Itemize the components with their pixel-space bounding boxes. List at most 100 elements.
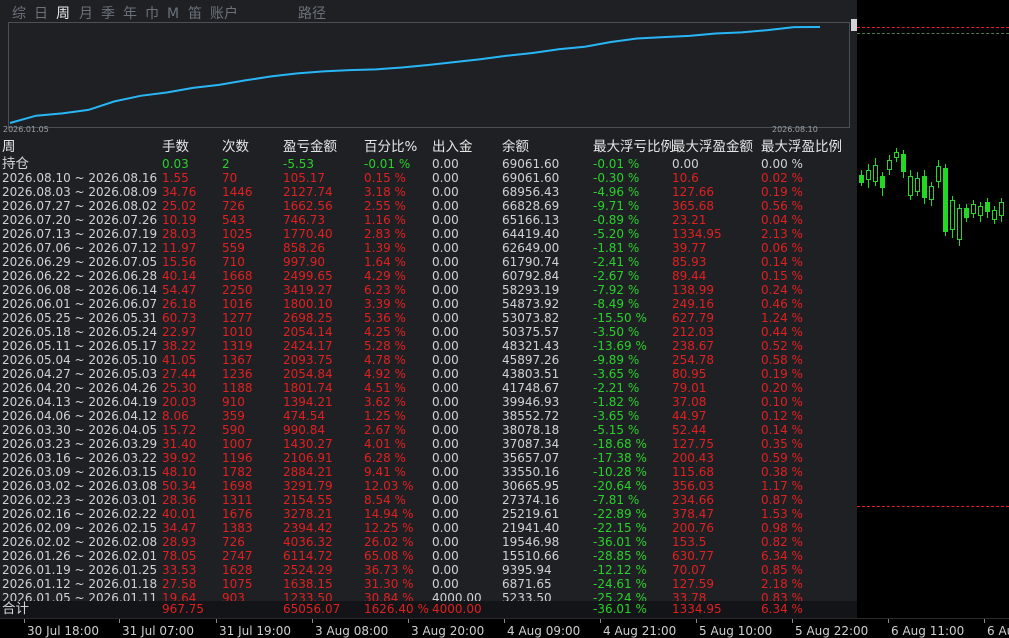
table-row[interactable]: 2026.02.23 ~ 2026.03.01 28.36 1311 2154.55 8… bbox=[2, 493, 857, 507]
table-row[interactable]: 2026.06.01 ~ 2026.06.07 26.18 1016 1800.10 3… bbox=[2, 297, 857, 311]
table-cell: 6.23 % bbox=[364, 283, 406, 297]
table-row[interactable]: 2026.02.09 ~ 2026.02.15 34.47 1383 2394.42 1… bbox=[2, 521, 857, 535]
table-cell: 28.93 bbox=[162, 535, 197, 549]
table-row[interactable]: 2026.04.27 ~ 2026.05.03 27.44 1236 2054.84 4… bbox=[2, 367, 857, 381]
table-row[interactable]: 2026.01.19 ~ 2026.01.25 33.53 1628 2524.29 3… bbox=[2, 563, 857, 577]
table-cell: 85.93 bbox=[672, 255, 707, 269]
table-row[interactable]: 2026.05.04 ~ 2026.05.10 41.05 1367 2093.75 4… bbox=[2, 353, 857, 367]
table-cell: 0.00 bbox=[432, 255, 459, 269]
price-chart[interactable] bbox=[857, 0, 1009, 618]
column-header[interactable]: 出入金 bbox=[432, 138, 502, 157]
table-cell: 61790.74 bbox=[502, 255, 560, 269]
candle bbox=[887, 160, 892, 170]
holding-row[interactable]: 持仓 0.03 2 -5.53 -0.01 % 0.00 69061.60 -0… bbox=[2, 157, 857, 171]
table-cell: 1662.56 bbox=[283, 199, 333, 213]
table-row[interactable]: 2026.05.11 ~ 2026.05.17 38.22 1319 2424.17 5… bbox=[2, 339, 857, 353]
candle bbox=[978, 206, 983, 216]
column-header[interactable]: 周 bbox=[2, 138, 162, 157]
table-row[interactable]: 2026.07.27 ~ 2026.08.02 25.02 726 1662.56 2.… bbox=[2, 199, 857, 213]
table-cell: -17.38 % bbox=[593, 451, 647, 465]
table-cell: 2106.91 bbox=[283, 451, 333, 465]
table-cell: 0.04 % bbox=[761, 213, 803, 227]
table-row[interactable]: 2026.04.06 ~ 2026.04.12 8.06 359 474.54 1.25… bbox=[2, 409, 857, 423]
tab-7[interactable]: M bbox=[167, 4, 179, 24]
candle bbox=[908, 176, 913, 196]
table-cell: 31.30 % bbox=[364, 577, 414, 591]
table-row[interactable]: 2026.03.02 ~ 2026.03.08 50.34 1698 3291.79 1… bbox=[2, 479, 857, 493]
tab-3[interactable]: 月 bbox=[79, 4, 93, 24]
table-cell: 37087.34 bbox=[502, 437, 560, 451]
column-header[interactable]: 余额 bbox=[502, 138, 593, 157]
candle bbox=[964, 208, 969, 218]
tab-4[interactable]: 季 bbox=[101, 4, 115, 24]
table-row[interactable]: 2026.03.09 ~ 2026.03.15 48.10 1782 2884.21 9… bbox=[2, 465, 857, 479]
table-cell: 1319 bbox=[222, 339, 253, 353]
column-header[interactable]: 盈亏金额 bbox=[283, 138, 364, 157]
table-row[interactable]: 2026.05.25 ~ 2026.05.31 60.73 1277 2698.25 5… bbox=[2, 311, 857, 325]
table-cell: 1.39 % bbox=[364, 241, 406, 255]
table-cell: 48321.43 bbox=[502, 339, 560, 353]
column-header[interactable]: 最大浮亏比例 bbox=[593, 138, 674, 157]
stop-level-line[interactable] bbox=[857, 506, 1009, 507]
table-row[interactable]: 2026.01.26 ~ 2026.02.01 78.05 2747 6114.72 6… bbox=[2, 549, 857, 563]
table-cell: 2.18 % bbox=[761, 577, 803, 591]
table-cell: 0.02 % bbox=[761, 171, 803, 185]
tab-9[interactable]: 账户 bbox=[210, 4, 238, 24]
table-row[interactable]: 2026.03.16 ~ 2026.03.22 39.92 1196 2106.91 6… bbox=[2, 451, 857, 465]
tab-5[interactable]: 年 bbox=[123, 4, 137, 24]
price-level-line bbox=[857, 33, 1009, 34]
table-cell: 200.43 bbox=[672, 451, 714, 465]
table-cell: 21941.40 bbox=[502, 521, 560, 535]
table-cell: 3291.79 bbox=[283, 479, 333, 493]
table-row[interactable]: 2026.04.13 ~ 2026.04.19 20.03 910 1394.21 3.… bbox=[2, 395, 857, 409]
table-cell: -3.50 % bbox=[593, 325, 640, 339]
table-cell: 115.68 bbox=[672, 465, 714, 479]
table-row[interactable]: 2026.08.03 ~ 2026.08.09 34.76 1446 2127.74 3… bbox=[2, 185, 857, 199]
column-header[interactable]: 百分比% bbox=[364, 138, 432, 157]
table-cell: 559 bbox=[222, 241, 245, 255]
table-cell: 543 bbox=[222, 213, 245, 227]
table-row[interactable]: 2026.01.12 ~ 2026.01.18 27.58 1075 1638.15 3… bbox=[2, 577, 857, 591]
table-row[interactable]: 2026.07.20 ~ 2026.07.26 10.19 543 746.73 1.1… bbox=[2, 213, 857, 227]
table-cell: 11.97 bbox=[162, 241, 197, 255]
table-row[interactable]: 2026.03.30 ~ 2026.04.05 15.72 590 990.84 2.6… bbox=[2, 423, 857, 437]
table-cell: 0.00 bbox=[432, 577, 459, 591]
table-cell: 0.10 % bbox=[761, 395, 803, 409]
table-row[interactable]: 2026.02.02 ~ 2026.02.08 28.93 726 4036.32 26… bbox=[2, 535, 857, 549]
table-cell: 8.06 bbox=[162, 409, 189, 423]
table-cell: 64419.40 bbox=[502, 227, 560, 241]
table-cell: 2026.02.16 ~ 2026.02.22 bbox=[2, 507, 158, 521]
column-header[interactable]: 次数 bbox=[222, 138, 283, 157]
tab-6[interactable]: 巾 bbox=[145, 4, 159, 24]
tab-8[interactable]: 笛 bbox=[188, 4, 202, 24]
table-cell: -15.50 % bbox=[593, 311, 647, 325]
table-row[interactable]: 2026.06.22 ~ 2026.06.28 40.14 1668 2499.65 4… bbox=[2, 269, 857, 283]
column-header[interactable]: 最大浮盈金额 bbox=[672, 138, 761, 157]
table-cell: -22.89 % bbox=[593, 507, 647, 521]
tab-2[interactable]: 周 bbox=[56, 4, 70, 24]
order-level-line[interactable] bbox=[857, 27, 1009, 28]
tab-0[interactable]: 综 bbox=[12, 4, 26, 24]
column-header[interactable]: 手数 bbox=[162, 138, 222, 157]
table-row[interactable]: 2026.05.18 ~ 2026.05.24 22.97 1010 2054.14 4… bbox=[2, 325, 857, 339]
table-cell: 1010 bbox=[222, 325, 253, 339]
table-cell: 0.00 bbox=[432, 479, 459, 493]
table-row[interactable]: 2026.06.29 ~ 2026.07.05 15.56 710 997.90 1.6… bbox=[2, 255, 857, 269]
table-row[interactable]: 2026.03.23 ~ 2026.03.29 31.40 1007 1430.27 4… bbox=[2, 437, 857, 451]
table-row[interactable]: 2026.08.10 ~ 2026.08.16 1.55 70 105.17 0.15 … bbox=[2, 171, 857, 185]
table-cell: -12.12 % bbox=[593, 563, 647, 577]
tab-10[interactable]: 路径 bbox=[298, 4, 326, 24]
table-row[interactable]: 2026.07.06 ~ 2026.07.12 11.97 559 858.26 1.3… bbox=[2, 241, 857, 255]
table-row[interactable]: 2026.07.13 ~ 2026.07.19 28.03 1025 1770.40 2… bbox=[2, 227, 857, 241]
table-cell: 2250 bbox=[222, 283, 253, 297]
table-row[interactable]: 2026.04.20 ~ 2026.04.26 25.30 1188 1801.74 4… bbox=[2, 381, 857, 395]
column-header[interactable]: 最大浮盈比例 bbox=[761, 138, 857, 157]
tab-1[interactable]: 日 bbox=[34, 4, 48, 24]
table-row[interactable]: 2026.02.16 ~ 2026.02.22 40.01 1676 3278.21 1… bbox=[2, 507, 857, 521]
table-cell: 2026.03.09 ~ 2026.03.15 bbox=[2, 465, 158, 479]
table-cell: 990.84 bbox=[283, 423, 325, 437]
table-row[interactable]: 2026.06.08 ~ 2026.06.14 54.47 2250 3419.27 6… bbox=[2, 283, 857, 297]
table-cell: 0.00 bbox=[432, 283, 459, 297]
table-cell: 70 bbox=[222, 171, 238, 185]
time-tick bbox=[888, 619, 889, 623]
